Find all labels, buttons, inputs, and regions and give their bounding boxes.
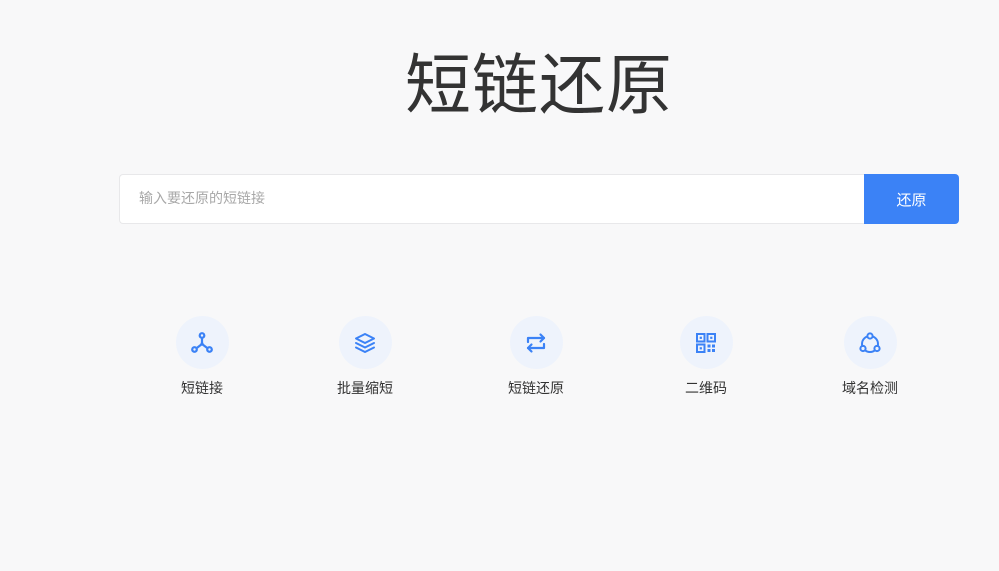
feature-label: 域名检测 <box>842 381 898 397</box>
search-bar: 还原 <box>119 174 959 224</box>
layers-icon <box>338 316 392 369</box>
feature-label: 短链接 <box>181 381 223 397</box>
feature-label: 二维码 <box>685 381 727 397</box>
share-nodes-icon <box>175 316 229 369</box>
feature-domain-check[interactable]: 域名检测 <box>810 316 930 398</box>
feature-nav: 短链接 批量缩短 短链还原 二维码 域名检测 <box>0 316 999 406</box>
swap-arrows-icon <box>509 316 563 369</box>
feature-label: 短链还原 <box>508 381 564 397</box>
feature-short-link[interactable]: 短链接 <box>142 316 262 398</box>
feature-label: 批量缩短 <box>337 381 393 397</box>
qrcode-icon <box>679 316 733 369</box>
page-title: 短链还原 <box>405 47 673 124</box>
network-circle-icon <box>843 316 897 369</box>
feature-link-restore[interactable]: 短链还原 <box>476 316 596 398</box>
restore-button[interactable]: 还原 <box>864 174 959 224</box>
feature-qrcode[interactable]: 二维码 <box>646 316 766 398</box>
feature-batch-shorten[interactable]: 批量缩短 <box>305 316 425 398</box>
short-link-input[interactable] <box>119 174 864 224</box>
